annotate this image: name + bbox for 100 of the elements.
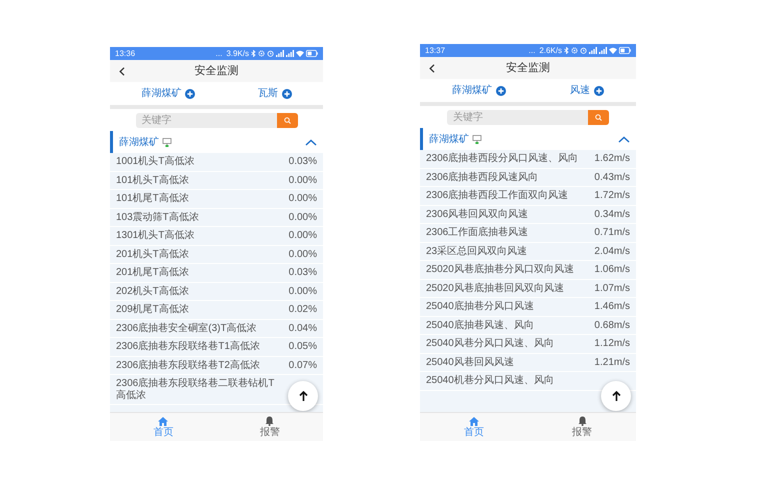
list-row[interactable]: 25040风巷分风口风速、风向 1.12m/s [420, 335, 636, 354]
network-speed: 2.6K/s [539, 46, 562, 54]
list-row[interactable]: 209机尾T高低浓 0.02% [110, 301, 323, 320]
sensor-name: 25040底抽巷分风口风速 [426, 301, 535, 312]
search-field[interactable]: 关键字 [447, 110, 588, 124]
list-row[interactable]: 2306风巷回风双向风速 0.34m/s [420, 206, 636, 224]
sensor-value: 0.03% [288, 156, 317, 168]
list-row[interactable]: 101机头T高低浓 0.00% [110, 172, 323, 190]
sensor-name: 25040风巷回风风速 [426, 356, 515, 368]
list-row[interactable]: 202机头T高低浓 0.00% [110, 282, 323, 301]
signal-icon [276, 50, 284, 57]
arrow-up-icon [298, 391, 308, 401]
battery-icon [306, 50, 318, 57]
sensor-value: 1.62m/s [594, 153, 630, 164]
bell-icon [265, 416, 274, 426]
search-button[interactable] [276, 112, 298, 128]
sensor-name: 209机尾T高低浓 [116, 304, 190, 316]
sensor-value: 0.00% [288, 230, 317, 242]
back-icon[interactable] [429, 64, 435, 72]
list-row[interactable]: 2306底抽巷东段联络巷T2高低浓 0.07% [110, 356, 323, 375]
search-button[interactable] [588, 110, 609, 124]
list-row[interactable]: 23采区总回风双向风速 2.04m/s [420, 242, 636, 261]
list-row[interactable]: 2306底抽巷西段分风口风速、风向 1.62m/s [420, 150, 636, 168]
sensor-name: 2306工作面底抽巷风速 [426, 227, 530, 238]
sensor-name: 25020风巷底抽巷分风口双向风速 [426, 264, 575, 276]
status-dots: ... [216, 50, 222, 58]
alarm-clock-icon [580, 47, 587, 54]
list-row[interactable]: 25020风巷底抽巷回风双向风速 1.07m/s [420, 280, 636, 298]
list-row[interactable]: 1301机头T高低浓 0.00% [110, 227, 323, 246]
chevron-up-icon [618, 136, 630, 142]
list-row[interactable]: 1001机头T高低浓 0.03% [110, 153, 323, 172]
sensor-value: 0.05% [288, 341, 317, 352]
filter-selector[interactable]: 薛湖煤矿 [141, 86, 196, 101]
scroll-top-button[interactable] [601, 381, 631, 411]
list-row[interactable]: 201机尾T高低浓 0.03% [110, 264, 323, 282]
back-icon[interactable] [119, 66, 125, 76]
home-icon [158, 416, 168, 426]
sensor-name: 2306底抽巷东段联络巷二联巷钻机T高低浓 [116, 378, 275, 401]
sensor-name: 23采区总回风双向风速 [426, 246, 528, 257]
wifi-icon [296, 50, 304, 57]
chevron-up-icon [305, 138, 317, 146]
plus-circle-icon [496, 86, 506, 96]
sensor-name: 101机头T高低浓 [116, 174, 190, 186]
bell-icon [578, 416, 586, 426]
list-row[interactable]: 25040风巷回风风速 1.21m/s [420, 354, 636, 372]
alarm-clock-icon [267, 50, 274, 57]
search-field[interactable]: 关键字 [136, 112, 276, 128]
list-row[interactable]: 201机头T高低浓 0.00% [110, 246, 323, 264]
list-row[interactable]: 2306底抽巷东段联络巷二联巷钻机T高低浓 [110, 375, 323, 405]
sensor-name: 25040底抽巷风速、风向 [426, 320, 535, 331]
sensor-name: 101机尾T高低浓 [116, 193, 190, 204]
sensor-name: 1001机头T高低浓 [116, 156, 196, 168]
list-row[interactable]: 2306底抽巷东段联络巷T1高低浓 0.05% [110, 338, 323, 356]
list-row[interactable]: 2306底抽巷西段风速风向 0.43m/s [420, 168, 636, 187]
sensor-value: 0.00% [288, 174, 317, 186]
list-row[interactable]: 25020风巷底抽巷分风口双向风速 1.06m/s [420, 261, 636, 280]
list-row[interactable]: 25040底抽巷分风口风速 1.46m/s [420, 298, 636, 316]
list-row[interactable]: 25040底抽巷风速、风向 0.68m/s [420, 316, 636, 335]
sensor-name: 103震动筛T高低浓 [116, 212, 200, 223]
sensor-value: 0.00% [288, 193, 317, 204]
sensor-name: 25040风巷分风口风速、风向 [426, 338, 555, 350]
list-row[interactable]: 2306工作面底抽巷风速 0.71m/s [420, 224, 636, 242]
sensor-value: 1.12m/s [594, 338, 630, 350]
status-time: 13:37 [425, 46, 446, 54]
arrow-up-icon [612, 391, 620, 401]
gear-icon [258, 50, 265, 57]
list-row[interactable]: 25040机巷分风口风速、风向 [420, 372, 636, 390]
sensor-value: 0.03% [288, 267, 317, 278]
sensor-value: 1.06m/s [594, 264, 630, 276]
group-title: 薛湖煤矿 [429, 132, 469, 146]
signal-icon [286, 50, 294, 57]
network-speed: 3.9K/s [226, 50, 249, 58]
sensor-value: 0.68m/s [594, 320, 630, 331]
plus-circle-icon [594, 86, 604, 96]
home-icon [469, 416, 479, 426]
battery-icon [619, 47, 631, 54]
gear-icon [571, 47, 578, 54]
group-title: 薛湖煤矿 [119, 136, 159, 150]
wifi-icon [609, 47, 617, 54]
nav-tab[interactable]: 报警 [528, 413, 636, 441]
filter-selector[interactable]: 风速 [570, 83, 604, 98]
list-row[interactable]: 2306底抽巷西段工作面双向风速 1.72m/s [420, 187, 636, 206]
filter-selector[interactable]: 瓦斯 [258, 86, 292, 101]
list-row[interactable]: 101机尾T高低浓 0.00% [110, 190, 323, 208]
search-icon [284, 116, 290, 124]
sensor-name: 2306底抽巷西段工作面双向风速 [426, 190, 570, 202]
sensor-value: 0.02% [288, 304, 317, 316]
signal-icon [599, 47, 607, 54]
sensor-value: 0.34m/s [594, 208, 630, 220]
nav-tab[interactable]: 报警 [216, 413, 323, 441]
plus-circle-icon [282, 88, 292, 98]
list-row[interactable]: 103震动筛T高低浓 0.00% [110, 208, 323, 227]
filter-selector[interactable]: 薛湖煤矿 [452, 83, 506, 98]
plus-circle-icon [185, 88, 196, 98]
sensor-name: 202机头T高低浓 [116, 286, 190, 297]
sensor-name: 2306底抽巷安全硐室(3)T高低浓 [116, 322, 258, 334]
list-row[interactable]: 2306底抽巷安全硐室(3)T高低浓 0.04% [110, 320, 323, 338]
sensor-value: 2.04m/s [594, 246, 630, 257]
signal-icon [589, 47, 597, 54]
sensor-name: 2306底抽巷西段风速风向 [426, 172, 540, 183]
